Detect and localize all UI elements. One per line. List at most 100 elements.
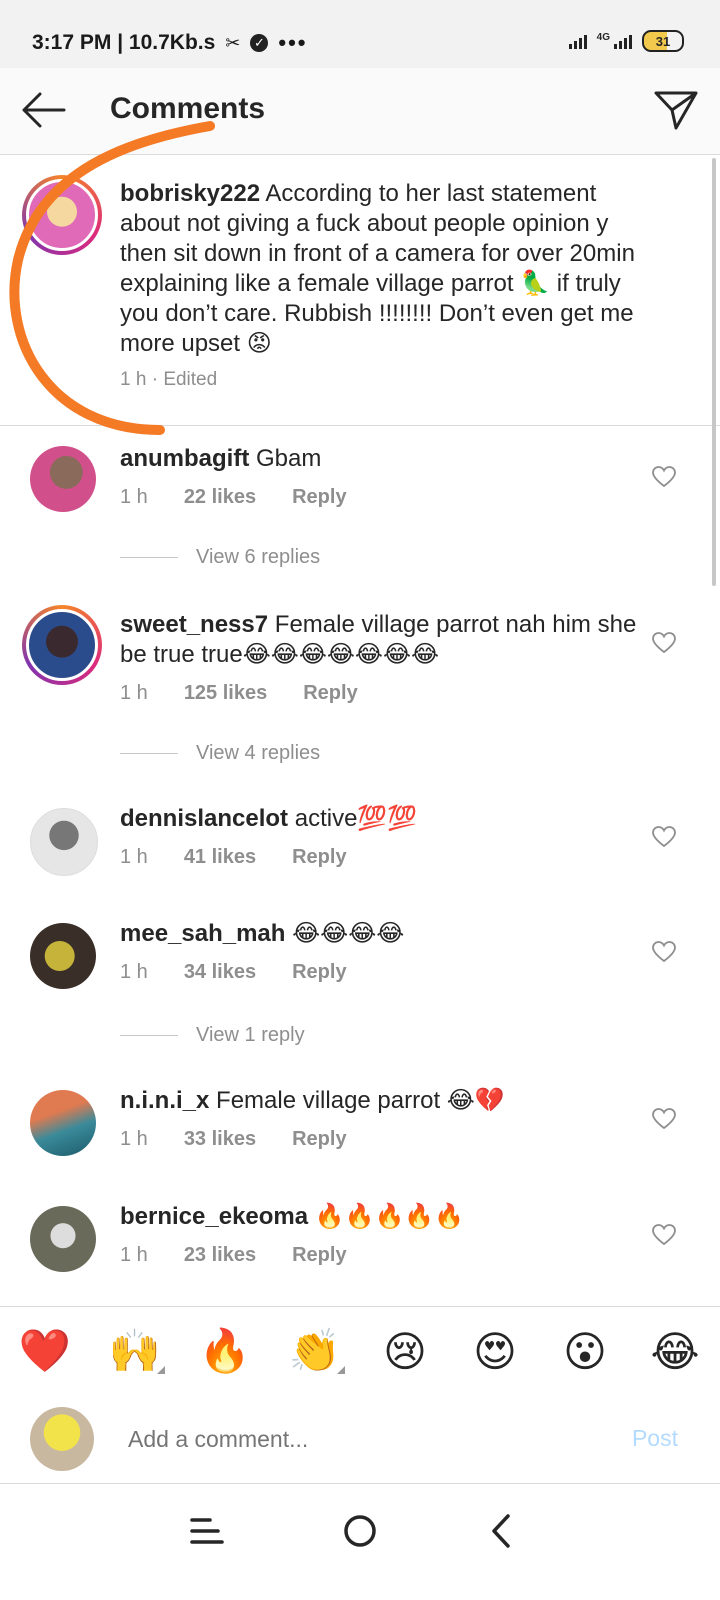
view-replies-button[interactable]: View 1 reply <box>120 1024 305 1047</box>
system-nav-bar <box>0 1484 720 1600</box>
comment-username[interactable]: n.i.n.i_x <box>120 1087 209 1114</box>
battery-icon: 31 <box>642 30 684 52</box>
caption-avatar[interactable] <box>22 175 102 255</box>
avatar[interactable] <box>30 808 98 876</box>
avatar <box>26 609 98 681</box>
comment-likes[interactable]: 23 likes <box>184 1244 256 1267</box>
emoji-heart-eyes-button[interactable]: 😍 <box>465 1327 525 1376</box>
heart-icon[interactable] <box>652 1108 676 1130</box>
view-replies-label: View 6 replies <box>196 546 321 568</box>
reply-button[interactable]: Reply <box>292 1244 346 1267</box>
emoji-cry-button[interactable]: 😢 <box>375 1327 435 1376</box>
comment-text: n.i.n.i_x Female village parrot 😂💔 <box>120 1086 640 1116</box>
heart-icon[interactable] <box>652 466 676 488</box>
back-button[interactable] <box>20 90 66 130</box>
avatar-story-ring[interactable] <box>22 605 102 685</box>
reply-button[interactable]: Reply <box>292 486 346 509</box>
comment-text: bernice_ekeoma 🔥🔥🔥🔥🔥 <box>120 1202 640 1232</box>
comment-text: mee_sah_mah 😂😂😂😂 <box>120 919 640 949</box>
avatar[interactable] <box>30 923 96 989</box>
reply-button[interactable]: Reply <box>292 846 346 869</box>
emoji-fire-button[interactable]: 🔥 <box>195 1327 255 1376</box>
chevron-left-icon <box>492 1514 510 1548</box>
comment-input[interactable] <box>128 1423 568 1455</box>
comment-meta: 1 h 33 likes Reply <box>120 1128 347 1151</box>
comment-likes[interactable]: 125 likes <box>184 682 267 705</box>
avatar <box>30 1407 94 1471</box>
verified-icon: ✓ <box>250 34 269 52</box>
status-right: 4G 31 <box>568 30 684 52</box>
scissors-icon: ✂ <box>225 32 241 53</box>
comment-body: active💯💯 <box>288 805 418 832</box>
post-button[interactable]: Post <box>632 1425 678 1452</box>
system-back-button[interactable] <box>478 1506 528 1556</box>
comment-item: n.i.n.i_x Female village parrot 😂💔 1 h 3… <box>0 1072 720 1172</box>
reply-button[interactable]: Reply <box>303 682 357 705</box>
view-replies-button[interactable]: View 4 replies <box>120 742 320 765</box>
comment-time: 1 h <box>120 682 148 704</box>
comment-username[interactable]: bernice_ekeoma <box>120 1203 308 1230</box>
comment-meta: 1 h 23 likes Reply <box>120 1244 347 1267</box>
emoji-laugh-button[interactable]: 😂 <box>645 1327 705 1376</box>
network-type: 4G <box>596 31 610 43</box>
comment-likes[interactable]: 22 likes <box>184 486 256 509</box>
caption-meta: 1 h · Edited <box>120 369 218 390</box>
comment-item: bernice_ekeoma 🔥🔥🔥🔥🔥 1 h 23 likes Reply <box>0 1188 720 1288</box>
emoji-raised-hands-label: 🙌 <box>108 1326 162 1374</box>
comment-text: sweet_ness7 Female village parrot nah hi… <box>120 610 640 670</box>
comment-time: 1 h <box>120 1244 148 1266</box>
comment-likes[interactable]: 33 likes <box>184 1128 256 1151</box>
comment-likes[interactable]: 34 likes <box>184 961 256 984</box>
reply-button[interactable]: Reply <box>292 1128 346 1151</box>
comment-body: Female village parrot 😂💔 <box>209 1087 505 1114</box>
scrollbar[interactable] <box>712 158 716 586</box>
caption-edited: Edited <box>163 369 218 390</box>
comment-username[interactable]: mee_sah_mah <box>120 920 285 947</box>
home-button[interactable] <box>335 1506 385 1556</box>
emoji-clap-label: 👏 <box>288 1326 342 1374</box>
heart-icon[interactable] <box>652 1224 676 1246</box>
post-caption: bobrisky222 According to her last statem… <box>0 155 720 426</box>
comment-item: anumbagift Gbam 1 h 22 likes Reply <box>0 426 720 516</box>
avatar <box>26 179 98 251</box>
reply-button[interactable]: Reply <box>292 961 346 984</box>
comment-username[interactable]: sweet_ness7 <box>120 611 268 638</box>
comment-body: 😂😂😂😂 <box>285 920 405 947</box>
comment-text: anumbagift Gbam <box>120 444 640 474</box>
comment-likes[interactable]: 41 likes <box>184 846 256 869</box>
caption-time: 1 h <box>120 369 147 390</box>
heart-icon[interactable] <box>652 632 676 654</box>
back-arrow-icon <box>22 92 66 128</box>
emoji-wow-button[interactable]: 😮 <box>555 1327 615 1376</box>
emoji-heart-button[interactable]: ❤️ <box>15 1327 75 1376</box>
comment-body: Gbam <box>249 445 322 472</box>
comment-username[interactable]: anumbagift <box>120 445 249 472</box>
menu-icon <box>190 1518 224 1544</box>
heart-icon[interactable] <box>652 941 676 963</box>
comment-item: sweet_ness7 Female village parrot nah hi… <box>0 600 720 710</box>
app-header: Comments <box>0 68 720 155</box>
recents-button[interactable] <box>182 1506 232 1556</box>
avatar[interactable] <box>30 446 96 512</box>
paper-plane-icon <box>654 91 698 130</box>
emoji-raised-hands-button[interactable]: 🙌 <box>105 1327 165 1376</box>
emoji-clap-button[interactable]: 👏 <box>285 1327 345 1376</box>
caption-text: bobrisky222 According to her last statem… <box>120 179 650 359</box>
comment-meta: 1 h 34 likes Reply <box>120 961 347 984</box>
avatar[interactable] <box>30 1206 96 1272</box>
heart-icon[interactable] <box>652 826 676 848</box>
comment-composer: Post <box>0 1395 720 1484</box>
share-button[interactable] <box>654 88 698 132</box>
more-icon: ••• <box>278 30 308 55</box>
comment-time: 1 h <box>120 961 148 983</box>
comment-meta: 1 h 41 likes Reply <box>120 846 347 869</box>
view-replies-button[interactable]: View 6 replies <box>120 546 320 569</box>
skin-tone-indicator <box>157 1365 165 1374</box>
page-title: Comments <box>110 92 266 125</box>
status-left: 3:17 PM | 10.7Kb.s ✂ ✓ ••• <box>32 30 308 56</box>
caption-username[interactable]: bobrisky222 <box>120 180 260 207</box>
comment-meta: 1 h 125 likes Reply <box>120 682 358 705</box>
comment-username[interactable]: dennislancelot <box>120 805 288 832</box>
divider <box>120 1035 178 1036</box>
avatar[interactable] <box>30 1090 96 1156</box>
